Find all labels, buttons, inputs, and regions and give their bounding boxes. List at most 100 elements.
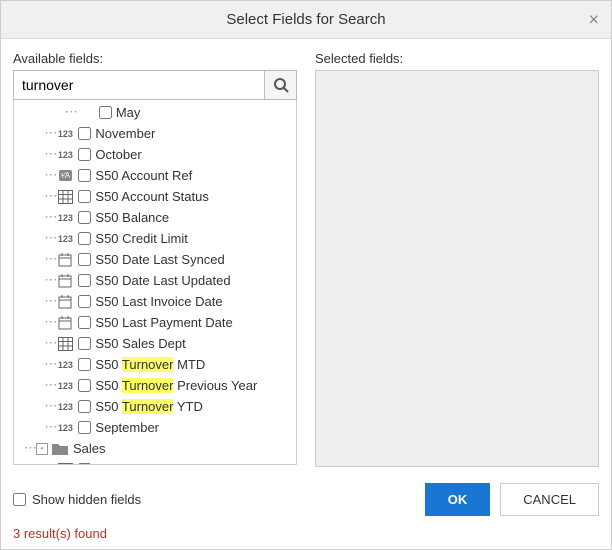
dialog-header: Select Fields for Search × (1, 1, 611, 39)
selected-list[interactable] (315, 70, 599, 467)
cancel-button[interactable]: CANCEL (500, 483, 599, 516)
field-checkbox[interactable] (99, 106, 112, 119)
dialog-body: Available fields: ⋯May ⋯123November ⋯123… (1, 39, 611, 479)
field-label: S50 Turnover Previous Year (95, 378, 257, 393)
field-checkbox[interactable] (78, 232, 91, 245)
field-label: S50 Turnover MTD (95, 357, 205, 372)
tree-row[interactable]: ⋯123S50 Balance (14, 207, 296, 228)
field-label: S50 Date Last Updated (95, 273, 230, 288)
tree-row[interactable]: ⋯123 November (14, 123, 296, 144)
available-column: Available fields: ⋯May ⋯123November ⋯123… (13, 51, 297, 467)
field-label: S50 Last Invoice Date (95, 294, 222, 309)
field-checkbox[interactable] (78, 127, 91, 140)
tree-row[interactable]: ⋯ S50 Date Last Updated (14, 270, 296, 291)
field-checkbox[interactable] (78, 379, 91, 392)
tree-row[interactable]: ⋯ S50 Date Last Synced (14, 249, 296, 270)
field-label: S50 Balance (95, 210, 169, 225)
tree-row[interactable]: ⋯S50 Last Invoice Date (14, 291, 296, 312)
tree-lines: ⋯ (24, 357, 56, 372)
search-icon (273, 77, 289, 93)
field-label: November (95, 126, 155, 141)
tree-row[interactable]: ⋯123S50 Turnover YTD (14, 396, 296, 417)
field-checkbox[interactable] (78, 274, 91, 287)
tree-row[interactable]: ⋯¹⁄AS50 Account Ref (14, 165, 296, 186)
tree-lines: ⋯ (24, 273, 56, 288)
tree-lines: ⋯ (24, 147, 56, 162)
tree-row[interactable]: ⋯ May (14, 102, 296, 123)
field-checkbox[interactable] (78, 148, 91, 161)
field-label: S50 Account Ref (95, 168, 192, 183)
tree-row[interactable]: ⋯ S50 Sales Dept (14, 333, 296, 354)
number-icon: 123 (56, 378, 74, 394)
available-tree: ⋯May ⋯123November ⋯123October ⋯¹⁄AS50 Ac… (13, 100, 297, 465)
tree-lines: ⋯ (24, 168, 56, 183)
close-icon: × (588, 9, 599, 29)
field-checkbox[interactable] (78, 253, 91, 266)
tree-row[interactable]: ⋯123 S50 Turnover MTD (14, 354, 296, 375)
tree-lines: ⋯ (24, 399, 56, 414)
tree-lines: ⋯ (24, 105, 77, 120)
field-label: S50 Last Payment Date (95, 315, 232, 330)
tree-expander[interactable]: - (36, 443, 48, 455)
calendar-icon (56, 294, 74, 310)
field-checkbox[interactable] (78, 316, 91, 329)
tree-lines: ⋯ (24, 315, 56, 330)
field-label: S50 Sales Dept (95, 336, 185, 351)
calendar-icon (56, 252, 74, 268)
field-label: Sales (73, 441, 106, 456)
tree-row[interactable]: ⋯ S50 Last Payment Date (14, 312, 296, 333)
tree-row[interactable]: ⋯123S50 Turnover Previous Year (14, 375, 296, 396)
search-input[interactable] (14, 71, 264, 99)
field-checkbox[interactable] (78, 358, 91, 371)
field-checkbox[interactable] (78, 421, 91, 434)
tree-row[interactable]: ⋯123S50 Credit Limit (14, 228, 296, 249)
tree-row[interactable]: ⋯123September (14, 417, 296, 438)
field-checkbox[interactable] (78, 295, 91, 308)
tree-lines: ⋯ (24, 252, 56, 267)
grid-icon (56, 336, 74, 352)
search-button[interactable] (264, 71, 296, 99)
calendar-icon (56, 273, 74, 289)
grid-icon (56, 462, 74, 465)
close-button[interactable]: × (588, 9, 599, 30)
dialog-title: Select Fields for Search (226, 11, 385, 28)
field-checkbox[interactable] (78, 190, 91, 203)
grid-icon (56, 189, 74, 205)
tree-row[interactable]: ⋯123 October (14, 144, 296, 165)
field-label: Rating (95, 462, 133, 464)
search-wrapper (13, 70, 297, 100)
selected-fields-label: Selected fields: (315, 51, 599, 66)
selected-column: Selected fields: (315, 51, 599, 467)
field-checkbox[interactable] (78, 337, 91, 350)
tree-row[interactable]: ⋯ S50 Account Status (14, 186, 296, 207)
dialog: Select Fields for Search × Available fie… (0, 0, 612, 550)
number-icon: 123 (56, 147, 74, 163)
number-icon: 123 (56, 126, 74, 142)
field-checkbox[interactable] (78, 400, 91, 413)
field-label: S50 Date Last Synced (95, 252, 224, 267)
field-checkbox[interactable] (78, 463, 91, 464)
number-icon: 123 (56, 210, 74, 226)
number-icon: 123 (56, 357, 74, 373)
button-group: OK CANCEL (425, 483, 599, 516)
tree-lines: ⋯ (24, 126, 56, 141)
field-label: S50 Account Status (95, 189, 208, 204)
show-hidden-label: Show hidden fields (32, 492, 141, 507)
folder-icon (51, 441, 69, 457)
field-label: September (95, 420, 159, 435)
number-icon: 123 (56, 399, 74, 415)
tree-row[interactable]: ⋯-Sales (14, 438, 296, 459)
tree-lines: ⋯ (24, 336, 56, 351)
ok-button[interactable]: OK (425, 483, 491, 516)
tree-row[interactable]: ⋯Rating (14, 459, 296, 464)
show-hidden-checkbox[interactable] (13, 493, 26, 506)
show-hidden-toggle[interactable]: Show hidden fields (13, 492, 141, 507)
tree-scroll[interactable]: ⋯May ⋯123November ⋯123October ⋯¹⁄AS50 Ac… (14, 100, 296, 464)
tree-lines: ⋯ (24, 189, 56, 204)
field-label: October (95, 147, 141, 162)
field-label: May (116, 105, 141, 120)
field-checkbox[interactable] (78, 211, 91, 224)
field-label: S50 Credit Limit (95, 231, 187, 246)
tree-lines: ⋯ (24, 420, 56, 435)
field-checkbox[interactable] (78, 169, 91, 182)
